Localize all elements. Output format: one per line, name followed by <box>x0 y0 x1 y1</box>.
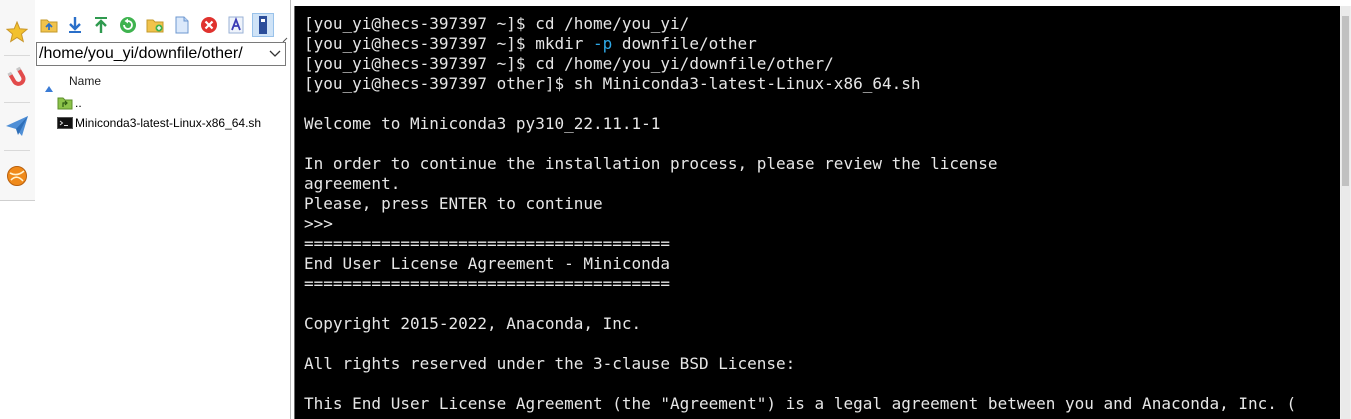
rename-icon[interactable] <box>225 13 247 37</box>
shell-script-icon <box>57 115 73 131</box>
terminal-text: >>> <box>304 214 333 233</box>
terminal-scrollbar[interactable] <box>1340 6 1351 419</box>
terminal-text: ====================================== <box>304 274 671 293</box>
sort-ascending-icon <box>45 77 53 96</box>
terminal-text: End User License Agreement - Miniconda <box>304 254 671 273</box>
terminal-line: This End User License Agreement (the "Ag… <box>304 394 1296 414</box>
parent-folder-icon <box>57 95 73 111</box>
terminal-text: All rights reserved under the 3-clause B… <box>304 354 796 373</box>
rail-lower-section <box>0 201 36 419</box>
terminal-text: This End User License Agreement (the "Ag… <box>304 394 1297 413</box>
terminal-text: [you_yi@hecs-397397 other]$ sh Miniconda… <box>304 74 921 93</box>
terminal-line: [you_yi@hecs-397397 ~]$ mkdir -p downfil… <box>304 34 1296 54</box>
toolbar-overflow-icon[interactable] <box>282 28 288 43</box>
file-row-parent[interactable]: .. <box>57 93 82 113</box>
chevron-down-icon[interactable] <box>268 47 282 61</box>
scrollbar-thumb[interactable] <box>1342 16 1349 186</box>
delete-icon[interactable] <box>198 13 220 37</box>
terminal-line: [you_yi@hecs-397397 ~]$ cd /home/you_yi/… <box>304 54 1296 74</box>
terminal-line: Please, press ENTER to continue <box>304 194 1296 214</box>
terminal-text: [you_yi@hecs-397397 ~]$ cd /home/you_yi/ <box>304 14 690 33</box>
terminal-text: In order to continue the installation pr… <box>304 154 998 173</box>
terminal-line: Welcome to Miniconda3 py310_22.11.1-1 <box>304 114 1296 134</box>
terminal-line: ====================================== <box>304 274 1296 294</box>
new-folder-icon[interactable] <box>144 13 166 37</box>
name-column-label[interactable]: Name <box>69 74 101 88</box>
terminal-line: End User License Agreement - Miniconda <box>304 254 1296 274</box>
paper-plane-icon[interactable] <box>2 110 32 142</box>
left-icon-rail <box>0 0 36 419</box>
orange-ball-icon[interactable] <box>2 160 32 192</box>
terminal-text: Please, press ENTER to continue <box>304 194 603 213</box>
terminal-line: agreement. <box>304 174 1296 194</box>
upload-folder-icon[interactable] <box>38 13 60 37</box>
refresh-icon[interactable] <box>117 13 139 37</box>
command-option: -p <box>592 34 613 53</box>
file-toolbar <box>35 10 290 43</box>
terminal-line: [you_yi@hecs-397397 other]$ sh Miniconda… <box>304 74 1296 94</box>
terminal-text: downfile/other <box>612 34 757 53</box>
terminal-line: All rights reserved under the 3-clause B… <box>304 354 1296 374</box>
new-file-icon[interactable] <box>171 13 193 37</box>
path-input[interactable] <box>39 44 267 64</box>
terminal-text: agreement. <box>304 174 401 193</box>
file-name: .. <box>75 96 82 110</box>
column-header[interactable]: Name <box>35 72 290 92</box>
terminal-text: ====================================== <box>304 234 671 253</box>
upload-icon[interactable] <box>90 13 112 37</box>
download-icon[interactable] <box>64 13 86 37</box>
magnet-icon[interactable] <box>2 62 32 94</box>
file-browser-panel: Name .. Miniconda3-latest-Linux-x86_64.s… <box>35 0 291 419</box>
terminal-line: >>> <box>304 214 1296 234</box>
file-row-script[interactable]: Miniconda3-latest-Linux-x86_64.sh <box>57 113 261 133</box>
terminal-line: [you_yi@hecs-397397 ~]$ cd /home/you_yi/ <box>304 14 1296 34</box>
terminal-output[interactable]: [you_yi@hecs-397397 ~]$ cd /home/you_yi/… <box>294 6 1341 419</box>
terminal-line: In order to continue the installation pr… <box>304 154 1296 174</box>
file-name: Miniconda3-latest-Linux-x86_64.sh <box>75 116 262 130</box>
terminal-text: Welcome to Miniconda3 py310_22.11.1-1 <box>304 114 661 133</box>
view-toggle-icon[interactable] <box>252 13 274 37</box>
terminal-text: [you_yi@hecs-397397 ~]$ cd /home/you_yi/… <box>304 54 834 73</box>
terminal-lines: [you_yi@hecs-397397 ~]$ cd /home/you_yi/… <box>304 14 1296 414</box>
path-combobox[interactable] <box>36 42 286 66</box>
star-icon[interactable] <box>2 16 32 48</box>
terminal-text: [you_yi@hecs-397397 ~]$ mkdir <box>304 34 593 53</box>
terminal-line: ====================================== <box>304 234 1296 254</box>
terminal-line: Copyright 2015-2022, Anaconda, Inc. <box>304 314 1296 334</box>
terminal-text: Copyright 2015-2022, Anaconda, Inc. <box>304 314 642 333</box>
